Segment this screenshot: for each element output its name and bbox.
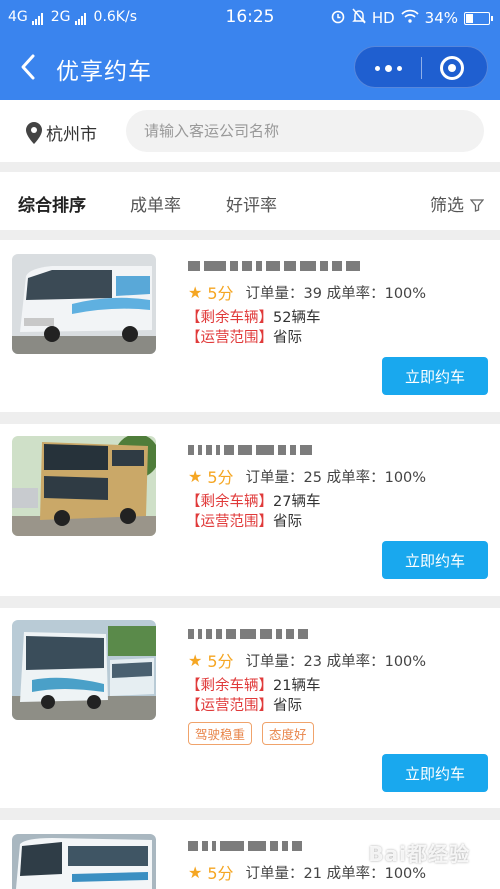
app-header: 4G 2G 0.6K/s 16:25 HD 34% 优享约车	[0, 0, 500, 100]
rating-row: ★ 5分 订单量：39 成单率：100%	[188, 280, 426, 304]
scope-label: 【运营范围】	[186, 698, 273, 714]
rating-row: ★ 5分 订单量：23 成单率：100%	[188, 648, 426, 672]
vehicles-label: 【剩余车辆】	[186, 494, 273, 510]
tab-positive-rate[interactable]: 好评率	[226, 191, 277, 216]
vehicles-value: 21辆车	[273, 678, 321, 694]
watermark: Bai都经验	[368, 842, 470, 866]
company-name-pixelated	[188, 442, 312, 458]
scope-label: 【运营范围】	[186, 330, 273, 346]
feature-tags: 驾驶稳重 态度好	[188, 722, 314, 745]
bus-photo	[12, 254, 156, 354]
battery-fill	[466, 13, 473, 23]
scope-value: 省际	[273, 698, 302, 714]
order-metrics: 订单量：39 成单率：100%	[245, 285, 427, 302]
order-metrics: 订单量：23 成单率：100%	[245, 653, 427, 670]
city-name: 杭州市	[46, 125, 97, 145]
company-name-pixelated	[188, 838, 302, 854]
star-icon: ★	[188, 650, 203, 670]
book-now-button[interactable]: 立即约车	[382, 754, 488, 792]
vehicles-line: 【剩余车辆】52辆车	[186, 306, 320, 327]
location-pin-icon	[26, 121, 42, 144]
system-status: HD 34%	[330, 8, 493, 28]
battery-percent: 34%	[424, 9, 458, 27]
order-metrics: 订单量：25 成单率：100%	[245, 469, 427, 486]
company-name-pixelated	[188, 258, 360, 274]
tab-comprehensive-sort[interactable]: 综合排序	[18, 191, 86, 216]
rating-row: ★ 5分 订单量：25 成单率：100%	[188, 464, 426, 488]
miniprogram-capsule	[354, 46, 488, 88]
page-title: 优享约车	[56, 59, 152, 85]
tab-success-rate[interactable]: 成单率	[130, 191, 181, 216]
star-icon: ★	[188, 862, 203, 882]
rating-score: 5分	[207, 284, 234, 303]
back-button[interactable]	[18, 52, 42, 82]
search-box[interactable]	[126, 110, 484, 152]
scope-label: 【运营范围】	[186, 514, 273, 530]
tag-good-attitude: 态度好	[262, 722, 314, 745]
vehicles-value: 52辆车	[273, 310, 321, 326]
vehicles-value: 27辆车	[273, 494, 321, 510]
mute-bell-icon	[352, 8, 366, 28]
filter-icon	[469, 197, 485, 212]
star-icon: ★	[188, 466, 203, 486]
bus-photo	[12, 620, 156, 720]
search-input[interactable]	[126, 110, 484, 152]
alarm-icon	[330, 8, 346, 28]
bus-photo	[12, 834, 156, 889]
scope-line: 【运营范围】省际	[186, 694, 302, 715]
book-now-button[interactable]: 立即约车	[382, 541, 488, 579]
listing-card[interactable]: ★ 5分 订单量：23 成单率：100% 【剩余车辆】21辆车 【运营范围】省际…	[0, 608, 500, 808]
scope-value: 省际	[273, 330, 302, 346]
scope-line: 【运营范围】省际	[186, 326, 302, 347]
rating-score: 5分	[207, 864, 234, 883]
book-now-button[interactable]: 立即约车	[382, 357, 488, 395]
more-dots-icon[interactable]	[355, 47, 421, 89]
vehicles-label: 【剩余车辆】	[186, 310, 273, 326]
vehicles-label: 【剩余车辆】	[186, 678, 273, 694]
target-circle-icon[interactable]	[440, 56, 464, 80]
star-icon: ★	[188, 282, 203, 302]
scope-value: 省际	[273, 514, 302, 530]
capsule-divider	[421, 57, 422, 79]
company-name-pixelated	[188, 626, 308, 642]
city-selector[interactable]: 杭州市	[26, 120, 97, 145]
search-row: 杭州市	[0, 100, 500, 162]
listing-card[interactable]: ★ 5分 订单量：39 成单率：100% 【剩余车辆】52辆车 【运营范围】省际…	[0, 240, 500, 412]
filter-label: 筛选	[430, 196, 464, 216]
battery-icon	[464, 11, 493, 25]
hd-label: HD	[371, 9, 395, 27]
listing-card[interactable]: ★ 5分 订单量：25 成单率：100% 【剩余车辆】27辆车 【运营范围】省际…	[0, 424, 500, 596]
sort-bar: 综合排序 成单率 好评率 筛选	[0, 172, 500, 230]
wifi-icon	[401, 9, 419, 27]
tag-steady-driving: 驾驶稳重	[188, 722, 253, 745]
vehicles-line: 【剩余车辆】21辆车	[186, 674, 320, 695]
filter-button[interactable]: 筛选	[430, 191, 485, 216]
bus-photo	[12, 436, 156, 536]
scope-line: 【运营范围】省际	[186, 510, 302, 531]
vehicles-line: 【剩余车辆】27辆车	[186, 490, 320, 511]
chevron-left-icon	[21, 54, 35, 80]
status-bar: 4G 2G 0.6K/s 16:25 HD 34%	[0, 0, 500, 34]
rating-score: 5分	[207, 652, 234, 671]
rating-score: 5分	[207, 468, 234, 487]
title-bar: 优享约车	[0, 34, 500, 100]
